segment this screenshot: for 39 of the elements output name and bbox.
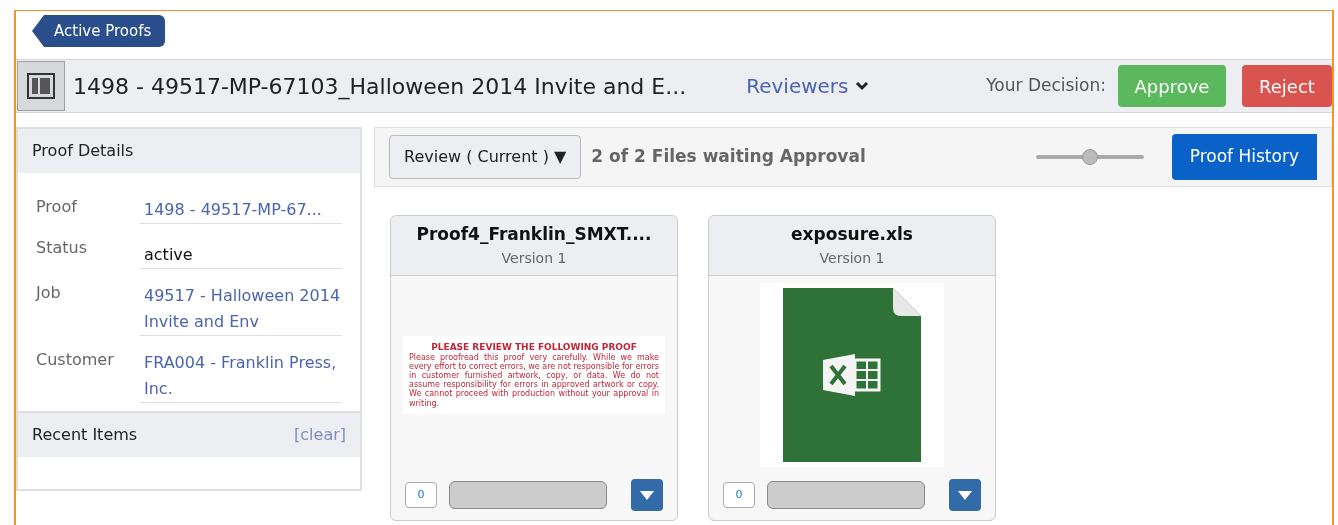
caret-icon xyxy=(640,490,654,500)
back-button[interactable]: Active Proofs xyxy=(32,15,166,47)
preview-text: Please proofread this proof very carefully. While we make every effort to correct errors, we are not responsible for errors in customer furnished artwork, copy, or data. We do not assume responsibility for errors in approved artwork or copy. We cannot proceed with production without your approval in writing. xyxy=(409,352,659,408)
detail-value[interactable]: FRA004 - Franklin Press, Inc. xyxy=(140,348,342,403)
file-name: Proof4_Franklin_SMXT.... xyxy=(416,223,652,247)
review-dropdown[interactable]: Review ( Current ) ▼ xyxy=(389,135,582,179)
comment-count-icon[interactable]: 0 xyxy=(405,482,437,508)
clear-link[interactable]: [clear] xyxy=(294,423,346,447)
panel-title: Recent Items xyxy=(32,424,138,446)
caret-icon xyxy=(958,490,972,500)
sidebar-toggle-button[interactable] xyxy=(17,61,65,111)
file-card[interactable]: exposure.xls Version 1 0 xyxy=(708,215,996,521)
detail-value: active xyxy=(140,236,342,269)
detail-value[interactable]: 49517 - Halloween 2014 Invite and Env xyxy=(140,281,342,336)
panel-title: Proof Details xyxy=(32,140,134,162)
detail-label: Customer xyxy=(36,349,115,371)
zoom-slider[interactable] xyxy=(1035,149,1144,165)
file-version: Version 1 xyxy=(501,248,567,268)
proof-title: 1498 - 49517-MP-67103_Halloween 2014 Invite and E... xyxy=(73,72,687,102)
file-name: exposure.xls xyxy=(791,223,913,247)
detail-value[interactable]: 1498 - 49517-MP-67... xyxy=(140,195,342,224)
reviewers-dropdown[interactable]: Reviewers xyxy=(746,71,869,101)
reject-button[interactable]: Reject xyxy=(1242,65,1332,107)
file-version: Version 1 xyxy=(819,248,885,268)
panel-icon xyxy=(27,73,55,99)
comment-count-icon[interactable]: 0 xyxy=(723,482,755,508)
proof-history-button[interactable]: Proof History xyxy=(1171,134,1317,180)
detail-label: Proof xyxy=(36,196,79,218)
detail-label: Status xyxy=(36,237,88,259)
slider-thumb[interactable] xyxy=(1081,149,1098,165)
dropdown-button[interactable] xyxy=(949,479,981,511)
detail-label: Job xyxy=(36,282,62,304)
preview-heading: PLEASE REVIEW THE FOLLOWING PROOF xyxy=(430,342,638,353)
chevron-down-icon xyxy=(854,81,869,91)
approval-status: 2 of 2 Files waiting Approval xyxy=(591,145,866,169)
spreadsheet-file-icon xyxy=(783,288,921,462)
decision-label: Your Decision: xyxy=(986,74,1106,98)
dropdown-button[interactable] xyxy=(631,479,663,511)
file-card[interactable] xyxy=(390,215,678,521)
